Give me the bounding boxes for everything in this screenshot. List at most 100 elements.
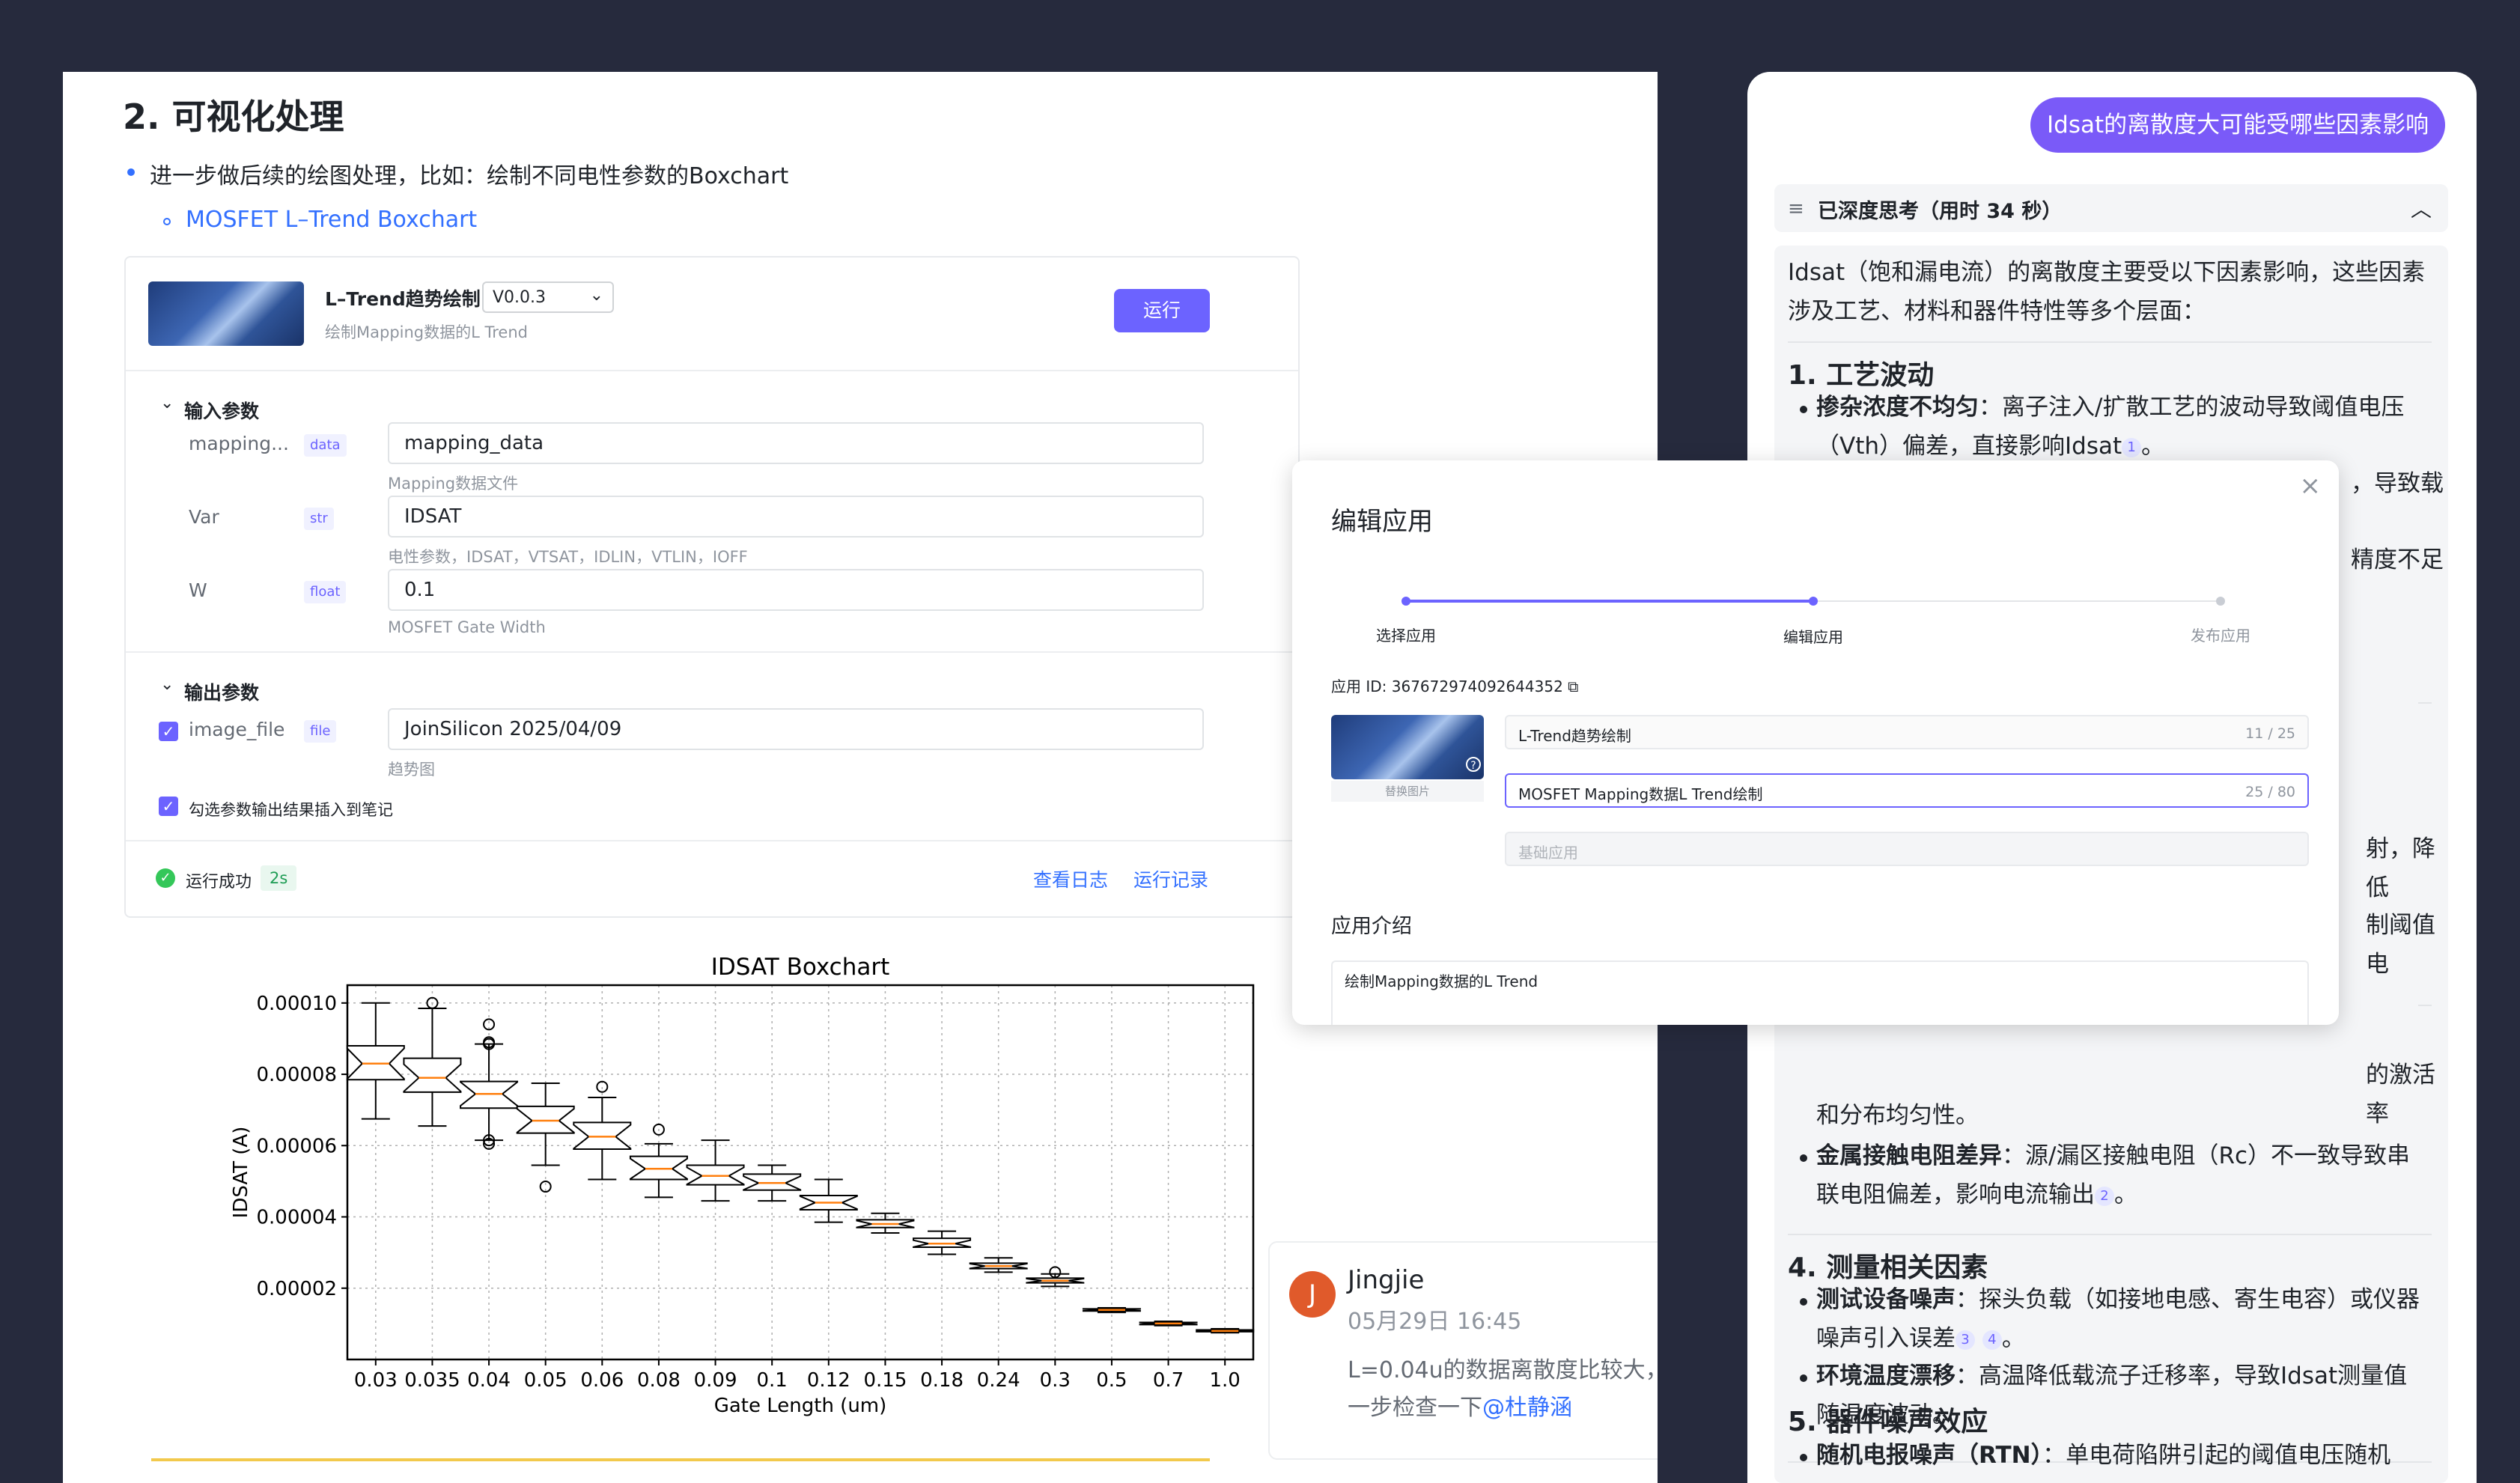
status-time-badge: 2s — [261, 865, 297, 891]
x-tick-label: 0.03 — [354, 1369, 398, 1392]
app-id: 应用 ID: 367672974092644352 ⧉ — [1331, 674, 1578, 696]
answer-heading: 4. 测量相关因素 — [1788, 1252, 1988, 1283]
base-app-input[interactable]: 基础应用 — [1505, 832, 2309, 866]
app-desc-input[interactable]: MOSFET Mapping数据L Trend绘制 25 / 80 — [1505, 773, 2309, 808]
answer-heading: 5. 器件噪声效应 — [1788, 1407, 1988, 1437]
step-dot[interactable] — [2216, 597, 2225, 606]
close-icon[interactable]: × — [2300, 471, 2322, 501]
list-item: 测试设备噪声：探头负载（如接地电感、寄生电容）或仪器噪声引入误差 3 4。 — [1816, 1286, 2420, 1352]
intro-label: 应用介绍 — [1331, 915, 1412, 938]
y-axis-label: IDSAT (A) — [230, 1127, 252, 1219]
citation-badge[interactable]: 2 — [2095, 1186, 2114, 1206]
x-tick-label: 0.04 — [467, 1369, 511, 1392]
divider — [126, 840, 1298, 841]
comment-card[interactable]: J Jingjie 05月29日 16:45 L=0.04u的数据离散度比较大，… — [1268, 1241, 1658, 1460]
param-hint: 趋势图 — [388, 761, 435, 779]
app-description: 绘制Mapping数据的L Trend — [325, 323, 528, 341]
y-tick-label: 0.00006 — [256, 1135, 337, 1157]
thinking-label: 已深度思考（用时 34 秒） — [1818, 200, 2063, 223]
intro-value: 绘制Mapping数据的L Trend — [1345, 972, 1539, 990]
text-fragment: ，导致载 — [2351, 470, 2444, 497]
param-name: W — [189, 579, 207, 601]
x-tick-label: 0.09 — [694, 1369, 737, 1392]
item-bold: 随机电报噪声（RTN） — [1816, 1442, 2043, 1469]
step-dot[interactable] — [1809, 597, 1818, 606]
app-name-input[interactable]: L-Trend趋势绘制 11 / 25 — [1505, 715, 2309, 749]
citation-badge[interactable]: 4 — [1982, 1330, 2002, 1350]
collapse-chevron-icon[interactable]: ⌄ — [160, 394, 174, 412]
list-item: 金属接触电阻差异：源/漏区接触电阻（Rc）不一致导致串联电阻偏差，影响电流输出 2… — [1816, 1142, 2411, 1208]
y-tick-label: 0.00002 — [256, 1278, 337, 1300]
list-dot — [1800, 1298, 1807, 1306]
x-axis-label: Gate Length (um) — [714, 1395, 887, 1417]
app-thumbnail — [148, 281, 304, 346]
box — [403, 1057, 462, 1093]
separator — [1788, 341, 2432, 343]
var-input[interactable]: IDSAT — [388, 496, 1204, 538]
app-card: L–Trend趋势绘制 V0.0.3 ⌄ 绘制Mapping数据的L Trend… — [124, 256, 1300, 918]
x-tick-label: 0.05 — [524, 1369, 567, 1392]
insert-note-label: 勾选参数输出结果插入到笔记 — [189, 801, 393, 819]
x-tick-label: 0.06 — [580, 1369, 624, 1392]
separator — [1788, 1234, 2432, 1235]
list-dot — [1800, 1454, 1807, 1461]
sub-bullet-ring — [163, 218, 171, 225]
text-fragment: 射，降低 — [2366, 835, 2435, 901]
x-tick-label: 0.3 — [1040, 1369, 1071, 1392]
mapping-input[interactable]: mapping_data — [388, 422, 1204, 464]
help-icon[interactable]: ? — [1466, 757, 1481, 772]
list-item: 掺杂浓度不均匀：离子注入/扩散工艺的波动导致阈值电压（Vth）偏差，直接影响Id… — [1816, 394, 2405, 460]
image-file-checkbox[interactable]: ✓ — [159, 722, 178, 741]
output-checkbox[interactable]: ✓ — [159, 797, 178, 816]
chart-title: IDSAT Boxchart — [711, 954, 890, 981]
y-tick-label: 0.00010 — [256, 993, 337, 1015]
char-count: 11 / 25 — [2245, 725, 2295, 742]
input-placeholder: 基础应用 — [1518, 844, 1578, 862]
citation-badge[interactable]: 1 — [2122, 437, 2142, 457]
version-select[interactable]: V0.0.3 ⌄ — [482, 281, 614, 313]
item-bold: 金属接触电阻差异 — [1816, 1142, 2002, 1169]
divider-line — [151, 1458, 1210, 1461]
separator — [2418, 702, 2432, 704]
modal-title: 编辑应用 — [1331, 507, 1433, 537]
text-fragment: 的激活率 — [2366, 1062, 2435, 1127]
item-bold: 掺杂浓度不均匀 — [1816, 394, 1979, 421]
copy-icon[interactable]: ⧉ — [1568, 677, 1578, 695]
outputs-section-title: 输出参数 — [184, 682, 260, 704]
comment-time: 05月29日 16:45 — [1348, 1309, 1522, 1335]
view-log-link[interactable]: 查看日志 — [1033, 865, 1108, 892]
app-name: L–Trend趋势绘制 — [325, 288, 481, 310]
width-input[interactable]: 0.1 — [388, 569, 1204, 611]
mention-link[interactable]: @杜静涵 — [1482, 1395, 1572, 1421]
image-file-input[interactable]: JoinSilicon 2025/04/09 — [388, 708, 1204, 750]
step-dot[interactable] — [1401, 597, 1410, 606]
status-text: 运行成功 — [186, 873, 252, 892]
section-title: 2. 可视化处理 — [123, 97, 344, 137]
thinking-icon: ≡ — [1788, 198, 1804, 220]
run-history-link[interactable]: 运行记录 — [1133, 865, 1208, 892]
user-question-bubble: Idsat的离散度大可能受哪些因素影响 — [2030, 97, 2446, 153]
app-thumbnail[interactable] — [1331, 715, 1484, 779]
citation-badge[interactable]: 3 — [1956, 1330, 1975, 1350]
text-fragment: 制阈值电 — [2366, 912, 2435, 978]
comment-body: L=0.04u的数据离散度比较大，进一步检查一下@杜静涵 — [1348, 1352, 1658, 1427]
y-tick-label: 0.00004 — [256, 1207, 337, 1229]
text-fragment: 精度不足 — [2351, 546, 2444, 573]
x-tick-label: 0.7 — [1153, 1369, 1184, 1392]
run-button[interactable]: 运行 — [1114, 289, 1210, 332]
edit-app-modal: 编辑应用 × 选择应用 编辑应用 发布应用 应用 ID: 36767297409… — [1292, 460, 2339, 1025]
param-hint: Mapping数据文件 — [388, 475, 519, 493]
separator — [2418, 1005, 2432, 1006]
boxchart-link[interactable]: MOSFET L–Trend Boxchart — [186, 207, 477, 233]
intro-textarea[interactable]: 绘制Mapping数据的L Trend — [1331, 960, 2309, 1025]
param-hint: 电性参数，IDSAT，VTSAT，IDLIN，VTLIN，IOFF — [388, 548, 748, 566]
boxplot-chart: 0.00002 0.00004 0.00006 0.00008 0.00010 0.03 0… — [230, 954, 1255, 1417]
y-tick-label: 0.00008 — [256, 1064, 337, 1086]
x-tick-label: 0.1 — [757, 1369, 788, 1392]
replace-image-button[interactable]: 替换图片 — [1331, 781, 1484, 802]
x-tick-label: 0.12 — [807, 1369, 850, 1392]
collapse-chevron-icon[interactable]: ⌄ — [160, 675, 174, 694]
type-badge: file — [304, 720, 337, 743]
x-tick-label: 0.24 — [977, 1369, 1020, 1392]
deep-thinking-toggle[interactable]: ≡ 已深度思考（用时 34 秒） ︿ — [1774, 184, 2448, 232]
